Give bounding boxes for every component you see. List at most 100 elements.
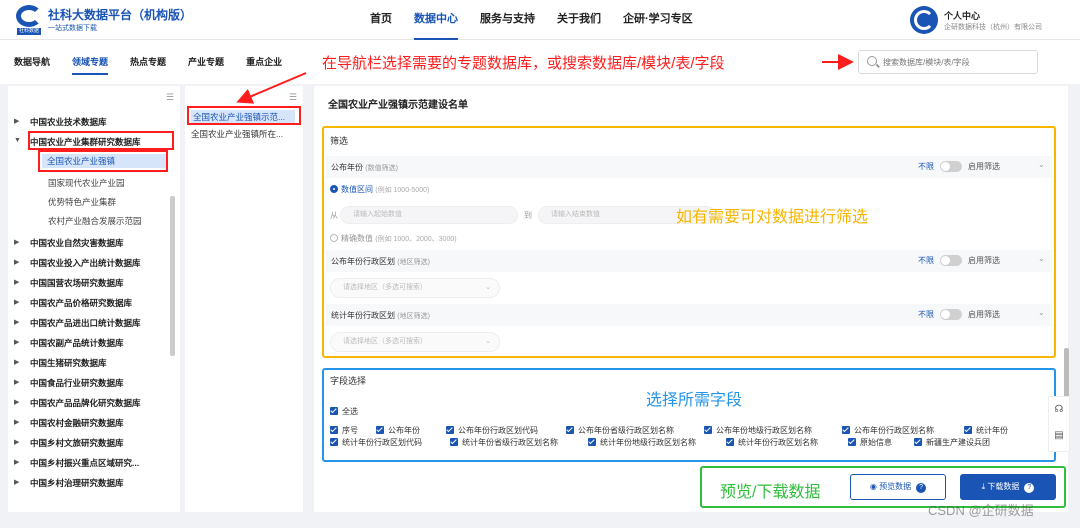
tree-scrollbar[interactable] bbox=[170, 196, 175, 356]
checkbox-icon bbox=[376, 426, 384, 434]
enable-filter-label: 启用筛选 bbox=[968, 162, 1000, 171]
search-icon bbox=[867, 56, 877, 66]
field-checkbox[interactable]: 统计年份 bbox=[964, 425, 1008, 436]
tree-item[interactable]: ▶ 中国农村金融研究数据库 bbox=[14, 417, 124, 429]
field-checkbox[interactable]: 统计年份行政区划名称 bbox=[726, 437, 818, 448]
preview-data-button[interactable]: ◉ 预览数据? bbox=[850, 474, 946, 500]
field-section-title: 字段选择 bbox=[330, 376, 367, 386]
filter-label: 公布年份 bbox=[331, 163, 363, 172]
collapse-arrow-icon: ▼ bbox=[14, 137, 21, 144]
tree-item[interactable]: ▶ 中国生猪研究数据库 bbox=[14, 357, 107, 369]
collapse-menu-icon[interactable]: ☰ bbox=[166, 92, 174, 103]
nav-home[interactable]: 首页 bbox=[370, 0, 392, 40]
exact-radio[interactable]: 精确数值 (例如 1000、2000、3000) bbox=[330, 233, 457, 244]
search-input[interactable] bbox=[883, 54, 1033, 70]
platform-logo[interactable]: 社科数据 bbox=[16, 5, 42, 35]
field-checkbox[interactable]: 统计年份省级行政区划名称 bbox=[450, 437, 558, 448]
range-from-label: 从 bbox=[330, 211, 338, 220]
highlight-database-box bbox=[28, 131, 174, 150]
user-center-link[interactable]: 个人中心 bbox=[944, 9, 980, 22]
tree-child[interactable]: 国家现代农业产业园 bbox=[48, 177, 125, 189]
tree-item[interactable]: ▶ 中国农产品价格研究数据库 bbox=[14, 297, 132, 309]
tree-item[interactable]: ▶ 中国农业技术数据库 bbox=[14, 116, 107, 128]
logo-tag: 社科数据 bbox=[17, 28, 41, 35]
expand-arrow-icon: ▶ bbox=[14, 459, 20, 466]
main-scrollbar[interactable] bbox=[1064, 348, 1069, 398]
help-icon[interactable]: ? bbox=[916, 483, 927, 493]
collapse-menu-icon[interactable]: ☰ bbox=[289, 92, 297, 103]
tree-item[interactable]: ▶ 中国农业自然灾害数据库 bbox=[14, 237, 124, 249]
table-item[interactable]: 全国农业产业强镇所在... bbox=[191, 128, 295, 140]
filter-row-stat-region: 统计年份行政区划 (地区筛选) 不限 启用筛选 ⌄ bbox=[326, 304, 1052, 326]
tree-item[interactable]: ▶ 中国农业投入产出统计数据库 bbox=[14, 257, 141, 269]
help-icon[interactable]: ? bbox=[1024, 483, 1035, 493]
checkbox-icon bbox=[450, 438, 458, 446]
expand-arrow-icon: ▶ bbox=[14, 259, 20, 266]
tree-item[interactable]: ▶ 中国国营农场研究数据库 bbox=[14, 277, 124, 289]
tab-data-navigation[interactable]: 数据导航 bbox=[14, 55, 50, 75]
chevron-down-icon[interactable]: ⌄ bbox=[1038, 160, 1045, 169]
field-checkbox[interactable]: 统计年份地级行政区划名称 bbox=[588, 437, 696, 448]
tree-item[interactable]: ▶ 中国乡村文旅研究数据库 bbox=[14, 437, 124, 449]
chevron-down-icon[interactable]: ⌄ bbox=[1038, 254, 1045, 263]
checkbox-icon bbox=[914, 438, 922, 446]
nav-learning-zone[interactable]: 企研·学习专区 bbox=[623, 0, 693, 40]
field-checkbox[interactable]: 公布年份地级行政区划名称 bbox=[704, 425, 812, 436]
floating-toolbar: ☊ ▤ bbox=[1048, 396, 1070, 452]
select-all-checkbox[interactable]: 全选 bbox=[330, 406, 358, 417]
user-avatar[interactable] bbox=[910, 6, 938, 34]
enable-filter-toggle[interactable] bbox=[940, 309, 962, 320]
brand-subtitle: 一站式数据下载 bbox=[48, 25, 97, 32]
chevron-down-icon: ⌄ bbox=[485, 338, 491, 345]
tab-domain-topics[interactable]: 领域专题 bbox=[72, 55, 109, 75]
tree-item[interactable]: ▶ 中国农副产品统计数据库 bbox=[14, 337, 124, 349]
tab-hot-topics[interactable]: 热点专题 bbox=[130, 55, 166, 75]
field-checkbox[interactable]: 公布年份行政区划名称 bbox=[842, 425, 934, 436]
page-title: 全国农业产业强镇示范建设名单 bbox=[328, 100, 468, 111]
user-org-name: 企研数据科技（杭州）有限公司 bbox=[944, 24, 1042, 31]
tree-item[interactable]: ▶ 中国乡村治理研究数据库 bbox=[14, 477, 124, 489]
expand-arrow-icon: ▶ bbox=[14, 419, 20, 426]
download-data-button[interactable]: ⤓ 下载数据? bbox=[960, 474, 1056, 500]
tree-item[interactable]: ▶ 中国乡村振兴重点区域研究... bbox=[14, 457, 139, 469]
chevron-down-icon[interactable]: ⌄ bbox=[1038, 308, 1045, 317]
enable-filter-toggle[interactable] bbox=[940, 255, 962, 266]
expand-arrow-icon: ▶ bbox=[14, 379, 20, 386]
filter-label: 公布年份行政区划 bbox=[331, 257, 395, 266]
filter-hint: (数值筛选) bbox=[365, 165, 398, 172]
tab-key-enterprises[interactable]: 重点企业 bbox=[246, 55, 282, 75]
table-list-panel: ☰ 全国农业产业强镇示范... 全国农业产业强镇所在... bbox=[185, 86, 303, 512]
brand-title: 社科大数据平台（机构版） bbox=[48, 8, 193, 22]
expand-arrow-icon: ▶ bbox=[14, 479, 20, 486]
tree-child[interactable]: 农村产业融合发展示范园 bbox=[48, 215, 142, 227]
tab-industry-topics[interactable]: 产业专题 bbox=[188, 55, 224, 75]
range-start-input[interactable]: 请输入起始数值 bbox=[340, 206, 518, 224]
nav-about-us[interactable]: 关于我们 bbox=[557, 0, 601, 40]
field-checkbox[interactable]: 公布年份 bbox=[376, 425, 420, 436]
field-checkbox[interactable]: 新疆生产建设兵团 bbox=[914, 437, 990, 448]
field-checkbox[interactable]: 原始信息 bbox=[848, 437, 892, 448]
range-radio[interactable]: 数值区间 (例如 1000-5000) bbox=[330, 184, 429, 195]
field-checkbox[interactable]: 统计年份行政区划代码 bbox=[330, 437, 422, 448]
nav-service-support[interactable]: 服务与支持 bbox=[480, 0, 535, 40]
expand-arrow-icon: ▶ bbox=[14, 118, 20, 125]
enable-filter-toggle[interactable] bbox=[940, 161, 962, 172]
field-checkbox[interactable]: 公布年份省级行政区划名称 bbox=[566, 425, 674, 436]
search-box[interactable] bbox=[858, 50, 1038, 74]
headset-icon[interactable]: ☊ bbox=[1049, 397, 1069, 423]
radio-dot-icon bbox=[330, 185, 338, 193]
region-select[interactable]: 请选择地区（多选可搜索） ⌄ bbox=[330, 332, 500, 352]
checkbox-icon bbox=[330, 438, 338, 446]
nav-data-center[interactable]: 数据中心 bbox=[414, 0, 458, 40]
document-icon[interactable]: ▤ bbox=[1049, 423, 1069, 449]
tree-child[interactable]: 优势特色产业集群 bbox=[48, 196, 116, 208]
filter-hint: (地区筛选) bbox=[397, 313, 430, 320]
field-checkbox[interactable]: 序号 bbox=[330, 425, 358, 436]
expand-arrow-icon: ▶ bbox=[14, 399, 20, 406]
tree-item[interactable]: ▶ 中国农产品进出口统计数据库 bbox=[14, 317, 141, 329]
highlight-module-box bbox=[38, 150, 168, 172]
tree-item[interactable]: ▶ 中国农产品品牌化研究数据库 bbox=[14, 397, 141, 409]
field-checkbox[interactable]: 公布年份行政区划代码 bbox=[446, 425, 538, 436]
region-select[interactable]: 请选择地区（多选可搜索） ⌄ bbox=[330, 278, 500, 298]
tree-item[interactable]: ▶ 中国食品行业研究数据库 bbox=[14, 377, 124, 389]
